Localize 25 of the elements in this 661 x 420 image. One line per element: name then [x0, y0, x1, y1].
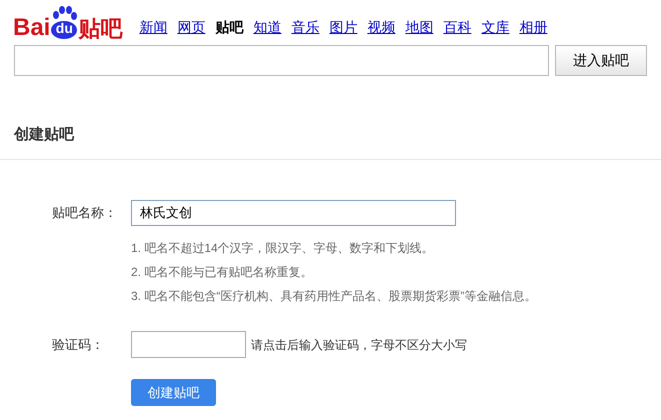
- name-field[interactable]: 林氏文创: [131, 200, 456, 226]
- nav-link[interactable]: 相册: [519, 17, 548, 38]
- nav-link[interactable]: 贴吧: [215, 17, 244, 38]
- nav-link[interactable]: 地图: [405, 17, 434, 38]
- nav-link[interactable]: 新闻: [139, 17, 168, 38]
- logo-text: 贴吧: [78, 18, 122, 40]
- nav-link[interactable]: 网页: [177, 17, 206, 38]
- nav-link[interactable]: 文库: [481, 17, 510, 38]
- nav-link[interactable]: 图片: [329, 17, 358, 38]
- field-label: 贴吧名称：: [52, 204, 118, 222]
- nav-link[interactable]: 百科: [443, 17, 472, 38]
- enter-button[interactable]: 进入贴吧: [555, 45, 647, 76]
- rule-text: 2. 吧名不能与已有贴吧名称重复。: [131, 264, 314, 281]
- captcha-field[interactable]: [131, 331, 246, 358]
- search-field[interactable]: [14, 45, 549, 76]
- field-label: 验证码：: [52, 336, 105, 354]
- logo-text: Bai: [13, 16, 50, 40]
- section-title: 创建贴吧: [14, 125, 74, 145]
- nav-link[interactable]: 视频: [367, 17, 396, 38]
- captcha-hint: 请点击后输入验证码，字母不区分大小写: [251, 336, 467, 354]
- rule-text: 1. 吧名不超过14个汉字，限汉字、字母、数字和下划线。: [131, 240, 435, 257]
- nav-link[interactable]: 知道: [253, 17, 282, 38]
- rule-text: 3. 吧名不能包含“医疗机构、具有药用性产品名、股票期货彩票”等金融信息。: [131, 288, 538, 305]
- create-button[interactable]: 创建贴吧: [131, 379, 216, 406]
- nav-link[interactable]: 音乐: [291, 17, 320, 38]
